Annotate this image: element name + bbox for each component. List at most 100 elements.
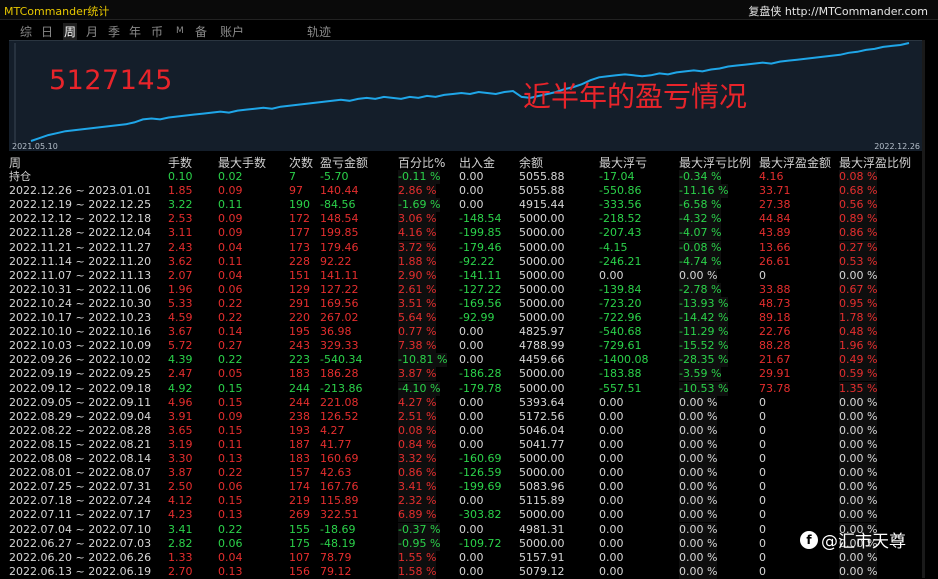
- cell-period: 2022.12.19 ~ 2022.12.25: [9, 198, 152, 212]
- equity-chart: 5127145 近半年的盈亏情况 2021.05.10 2022.12.26: [9, 40, 922, 151]
- cell-max-float-profit: 0: [759, 395, 766, 409]
- cell-max-float-profit-pct: 1.78 %: [839, 311, 878, 325]
- cell-max-float-profit-pct: 0.86 %: [839, 226, 878, 241]
- cell-max-drawdown-pct: -4.07 %: [679, 226, 722, 241]
- tab-7[interactable]: M: [176, 26, 184, 36]
- cell-pnl: 78.79: [320, 550, 352, 564]
- cell-trade-count: 7: [289, 170, 296, 183]
- header-lots[interactable]: 手数: [168, 156, 192, 170]
- cell-pnl: 42.63: [320, 466, 352, 480]
- cell-lots: 2.82: [168, 536, 193, 550]
- tab-6[interactable]: 币: [151, 23, 163, 40]
- cell-max-float-profit: 0: [759, 508, 766, 522]
- f-logo-icon: f: [800, 530, 818, 549]
- header-max-drawdown[interactable]: 最大浮亏: [599, 156, 647, 170]
- cell-pnl: 79.12: [320, 564, 352, 578]
- cell-max-lots: 0.22: [218, 353, 243, 367]
- cell-pct: 3.06 %: [398, 212, 437, 227]
- tab-9[interactable]: 账户: [220, 23, 244, 40]
- tab-4[interactable]: 季: [108, 23, 120, 40]
- cell-cash-flow: -109.72: [459, 536, 502, 550]
- title-bar: MTCommander统计 复盘侠 http://MTCommander.com: [0, 0, 938, 20]
- cell-pct: 0.08 %: [398, 423, 437, 438]
- cell-trade-count: 129: [289, 282, 310, 296]
- header-pnl[interactable]: 盈亏金额: [320, 156, 368, 170]
- cell-max-drawdown: -246.21: [599, 254, 642, 268]
- cell-balance: 5000.00: [519, 226, 565, 240]
- cell-max-float-profit: 13.66: [759, 240, 791, 254]
- cell-max-float-profit-pct: 0.00 %: [839, 423, 878, 438]
- cell-max-drawdown-pct: -14.42 %: [679, 311, 729, 325]
- cell-period: 2022.07.04 ~ 2022.07.10: [9, 522, 152, 536]
- cell-lots: 1.96: [168, 282, 193, 296]
- header-trade-count[interactable]: 次数: [289, 156, 313, 170]
- cell-max-float-profit-pct: 0.00 %: [839, 437, 878, 452]
- cell-max-lots: 0.22: [218, 522, 243, 536]
- tab-bar: 综日周月季年币 M 备账户 轨迹: [0, 20, 938, 40]
- brand-link[interactable]: 复盘侠 http://MTCommander.com: [748, 3, 928, 19]
- cell-trade-count: 219: [289, 494, 310, 508]
- cell-max-drawdown: 0.00: [599, 409, 624, 423]
- header-period[interactable]: 周: [9, 156, 21, 170]
- cell-lots: 3.62: [168, 254, 193, 268]
- cell-balance: 5041.77: [519, 437, 565, 451]
- cell-max-lots: 0.06: [218, 282, 243, 296]
- header-pct[interactable]: 百分比%: [398, 156, 445, 170]
- cell-period: 2022.09.05 ~ 2022.09.11: [9, 395, 152, 409]
- cell-pct: -0.37 %: [398, 522, 441, 537]
- tab-10[interactable]: 轨迹: [307, 23, 331, 40]
- cell-max-float-profit: 48.73: [759, 296, 791, 310]
- cell-max-lots: 0.13: [218, 564, 243, 578]
- cell-balance: 5079.12: [519, 564, 565, 578]
- cell-trade-count: 238: [289, 409, 310, 423]
- cell-pct: 0.86 %: [398, 466, 437, 481]
- tab-3[interactable]: 月: [86, 23, 98, 40]
- header-max-float-profit-pct[interactable]: 最大浮盈比例: [839, 156, 911, 170]
- cell-pnl: -84.56: [320, 198, 356, 212]
- tab-8[interactable]: 备: [195, 23, 207, 40]
- cell-balance: 5000.00: [519, 381, 565, 395]
- cell-period: 2022.09.12 ~ 2022.09.18: [9, 381, 152, 395]
- cell-pct: 3.32 %: [398, 452, 437, 466]
- cell-balance: 5157.91: [519, 550, 565, 564]
- header-max-float-profit[interactable]: 最大浮盈金额: [759, 156, 831, 170]
- cell-max-drawdown-pct: -0.34 %: [679, 170, 722, 184]
- cell-max-drawdown: -1400.08: [599, 353, 649, 367]
- cell-period: 2022.07.18 ~ 2022.07.24: [9, 494, 152, 508]
- cell-lots: 0.10: [168, 170, 193, 183]
- cell-max-drawdown: -4.15: [599, 240, 628, 254]
- cell-period: 2022.11.07 ~ 2022.11.13: [9, 268, 152, 282]
- cell-cash-flow: 0.00: [459, 494, 484, 508]
- cell-pnl: 36.98: [320, 325, 352, 339]
- cell-cash-flow: 0.00: [459, 423, 484, 437]
- cell-max-lots: 0.22: [218, 296, 243, 310]
- cell-trade-count: 174: [289, 480, 310, 494]
- header-max-lots[interactable]: 最大手数: [218, 156, 266, 170]
- cell-max-float-profit: 0: [759, 494, 766, 508]
- tab-0[interactable]: 综: [20, 23, 32, 40]
- cell-max-float-profit: 0: [759, 480, 766, 494]
- cell-lots: 3.30: [168, 452, 193, 465]
- cell-cash-flow: -199.69: [459, 480, 502, 494]
- app-title: MTCommander统计: [4, 5, 110, 18]
- cell-max-lots: 0.13: [218, 508, 243, 522]
- cell-max-drawdown: 0.00: [599, 494, 624, 508]
- cell-pct: 7.38 %: [398, 339, 437, 354]
- cell-cash-flow: -148.54: [459, 212, 502, 226]
- tab-2[interactable]: 周: [63, 23, 78, 40]
- cell-max-float-profit-pct: 0.00 %: [839, 508, 878, 523]
- tab-1[interactable]: 日: [41, 23, 53, 40]
- cell-pnl: -213.86: [320, 381, 363, 395]
- header-cash-flow[interactable]: 出入金: [459, 156, 495, 170]
- cell-period: 2022.08.22 ~ 2022.08.28: [9, 423, 152, 437]
- cell-lots: 2.47: [168, 367, 193, 381]
- cell-trade-count: 190: [289, 198, 310, 212]
- cell-trade-count: 183: [289, 367, 310, 381]
- cell-max-float-profit-pct: 0.48 %: [839, 325, 878, 340]
- cell-lots: 4.39: [168, 353, 193, 367]
- header-max-drawdown-pct[interactable]: 最大浮亏比例: [679, 156, 751, 170]
- cell-cash-flow: 0.00: [459, 522, 484, 536]
- header-balance[interactable]: 余额: [519, 156, 543, 170]
- cell-balance: 4825.97: [519, 325, 565, 339]
- tab-5[interactable]: 年: [129, 23, 141, 40]
